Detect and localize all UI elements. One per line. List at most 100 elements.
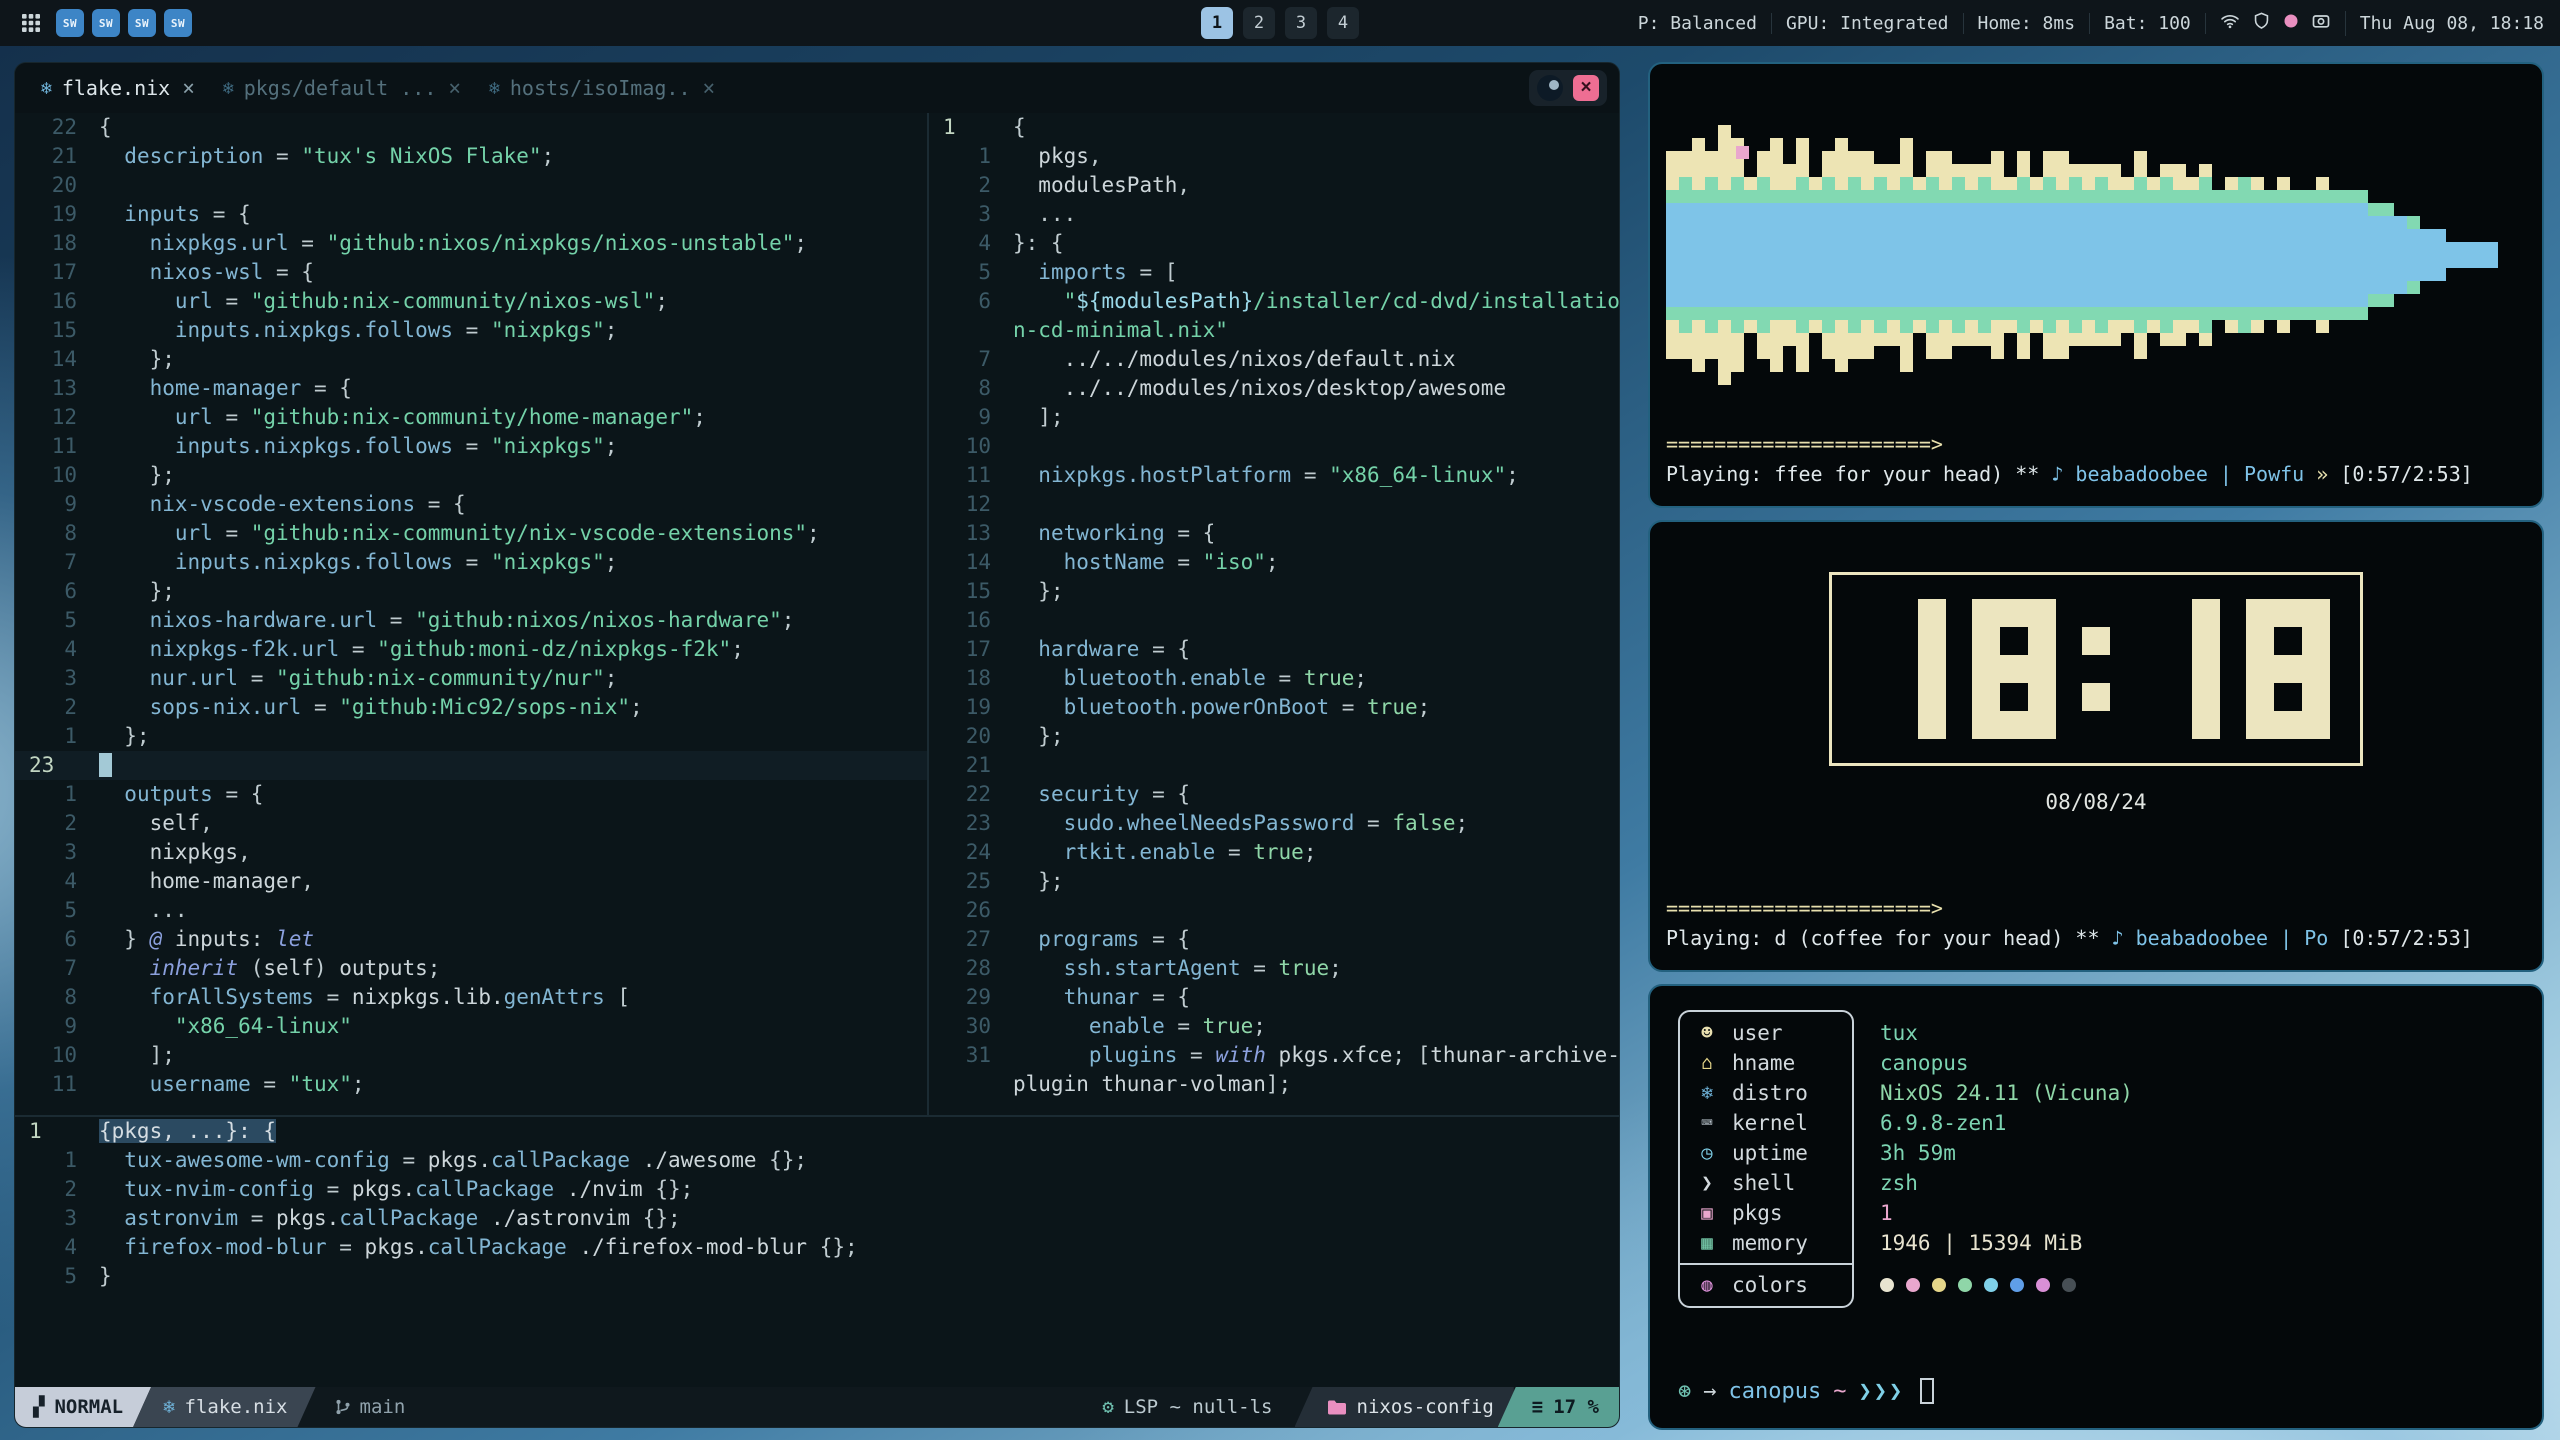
code-line[interactable]: 14 }; — [15, 345, 927, 374]
code-line[interactable]: 1 tux-awesome-wm-config = pkgs.callPacka… — [15, 1146, 1619, 1175]
code-line[interactable]: 9 nix-vscode-extensions = { — [15, 490, 927, 519]
screenshot-icon[interactable] — [2311, 11, 2331, 36]
code-line[interactable]: 22{ — [15, 113, 927, 142]
code-line[interactable]: 2 modulesPath, — [929, 171, 1619, 200]
code-line[interactable]: 10 }; — [15, 461, 927, 490]
code-line[interactable]: 5 imports = [ — [929, 258, 1619, 287]
code-line[interactable]: 13 networking = { — [929, 519, 1619, 548]
tray-app-icon[interactable]: SW — [164, 9, 192, 37]
code-line[interactable]: 2 tux-nvim-config = pkgs.callPackage ./n… — [15, 1175, 1619, 1204]
code-line[interactable]: 11 inputs.nixpkgs.follows = "nixpkgs"; — [15, 432, 927, 461]
code-line[interactable]: 21 — [929, 751, 1619, 780]
tray-app-icon[interactable]: SW — [56, 9, 84, 37]
code-line[interactable]: 7 ../../modules/nixos/default.nix — [929, 345, 1619, 374]
code-line[interactable]: 23 sudo.wheelNeedsPassword = false; — [929, 809, 1619, 838]
app-launcher-icon[interactable] — [16, 8, 46, 38]
code-line[interactable]: n-cd-minimal.nix" — [929, 316, 1619, 345]
code-line[interactable]: 5 ... — [15, 896, 927, 925]
pane-pkgs[interactable]: 1{pkgs, ...}: {1 tux-awesome-wm-config =… — [15, 1117, 1619, 1387]
code-line[interactable]: 7 inputs.nixpkgs.follows = "nixpkgs"; — [15, 548, 927, 577]
code-line[interactable]: 11 nixpkgs.hostPlatform = "x86_64-linux"… — [929, 461, 1619, 490]
code-line[interactable]: 19 bluetooth.powerOnBoot = true; — [929, 693, 1619, 722]
code-line[interactable]: 4 nixpkgs-f2k.url = "github:moni-dz/nixp… — [15, 635, 927, 664]
code-line[interactable]: 20 }; — [929, 722, 1619, 751]
tab-hosts-isoImag-[interactable]: ❄hosts/isoImag..× — [475, 63, 729, 113]
code-line[interactable]: 2 sops-nix.url = "github:Mic92/sops-nix"… — [15, 693, 927, 722]
tray-app-icon[interactable]: SW — [92, 9, 120, 37]
code-line[interactable]: 1{ — [929, 113, 1619, 142]
code-line[interactable]: 20 — [15, 171, 927, 200]
code-line[interactable]: 25 }; — [929, 867, 1619, 896]
code-line[interactable]: 27 programs = { — [929, 925, 1619, 954]
code-line[interactable]: plugin thunar-volman]; — [929, 1070, 1619, 1099]
code-line[interactable]: 15 inputs.nixpkgs.follows = "nixpkgs"; — [15, 316, 927, 345]
terminal-prompt-line[interactable]: ⊛ → canopus ~ ❯❯❯ — [1678, 1378, 2514, 1404]
code-line[interactable]: 24 rtkit.enable = true; — [929, 838, 1619, 867]
code-line[interactable]: 3 ... — [929, 200, 1619, 229]
code-line[interactable]: 3 nixpkgs, — [15, 838, 927, 867]
code-line[interactable]: 8 forAllSystems = nixpkgs.lib.genAttrs [ — [15, 983, 927, 1012]
workspace-1[interactable]: 1 — [1201, 7, 1233, 39]
code-line[interactable]: 1 }; — [15, 722, 927, 751]
code-line[interactable]: 10 — [929, 432, 1619, 461]
code-line[interactable]: 13 home-manager = { — [15, 374, 927, 403]
tray-app-icon[interactable]: SW — [128, 9, 156, 37]
code-text: plugins = with pkgs.xfce; [thunar-archiv… — [1013, 1041, 1619, 1070]
code-line[interactable]: 6 } @ inputs: let — [15, 925, 927, 954]
code-line[interactable]: 3 astronvim = pkgs.callPackage ./astronv… — [15, 1204, 1619, 1233]
code-line[interactable]: 8 ../../modules/nixos/desktop/awesome — [929, 374, 1619, 403]
code-line[interactable]: 18 nixpkgs.url = "github:nixos/nixpkgs/n… — [15, 229, 927, 258]
code-line[interactable]: 10 ]; — [15, 1041, 927, 1070]
code-line[interactable]: 6 "${modulesPath}/installer/cd-dvd/insta… — [929, 287, 1619, 316]
code-line[interactable]: 2 self, — [15, 809, 927, 838]
code-line[interactable]: 9 "x86_64-linux" — [15, 1012, 927, 1041]
workspace-3[interactable]: 3 — [1285, 7, 1317, 39]
window-close-button[interactable]: × — [1573, 75, 1599, 101]
code-line[interactable]: 22 security = { — [929, 780, 1619, 809]
code-line[interactable]: 16 url = "github:nix-community/nixos-wsl… — [15, 287, 927, 316]
code-line[interactable]: 17 hardware = { — [929, 635, 1619, 664]
code-line[interactable]: 18 bluetooth.enable = true; — [929, 664, 1619, 693]
code-line[interactable]: 9 ]; — [929, 403, 1619, 432]
code-line[interactable]: 19 inputs = { — [15, 200, 927, 229]
workspace-4[interactable]: 4 — [1327, 7, 1359, 39]
tab-flake-nix[interactable]: ❄flake.nix× — [27, 63, 209, 113]
code-line[interactable]: 15 }; — [929, 577, 1619, 606]
code-line[interactable]: 8 url = "github:nix-community/nix-vscode… — [15, 519, 927, 548]
code-line[interactable]: 16 — [929, 606, 1619, 635]
shield-icon[interactable] — [2252, 11, 2271, 35]
code-line[interactable]: 1{pkgs, ...}: { — [15, 1117, 1619, 1146]
code-line[interactable]: 23 — [15, 751, 927, 780]
code-line[interactable]: 17 nixos-wsl = { — [15, 258, 927, 287]
code-line[interactable]: 3 nur.url = "github:nix-community/nur"; — [15, 664, 927, 693]
tab-close-icon[interactable]: × — [448, 76, 461, 100]
code-line[interactable]: 14 hostName = "iso"; — [929, 548, 1619, 577]
code-line[interactable]: 11 username = "tux"; — [15, 1070, 927, 1099]
code-line[interactable]: 7 inherit (self) outputs; — [15, 954, 927, 983]
code-line[interactable]: 4 firefox-mod-blur = pkgs.callPackage ./… — [15, 1233, 1619, 1262]
tab-close-icon[interactable]: × — [703, 76, 716, 100]
theme-toggle-button[interactable] — [1537, 75, 1563, 101]
code-line[interactable]: 4 home-manager, — [15, 867, 927, 896]
tab-pkgs-default-[interactable]: ❄pkgs/default ...× — [209, 63, 475, 113]
wifi-icon[interactable] — [2220, 11, 2240, 36]
pane-flake[interactable]: 22{21 description = "tux's NixOS Flake";… — [15, 113, 927, 1115]
code-line[interactable]: 1 outputs = { — [15, 780, 927, 809]
code-line[interactable]: 29 thunar = { — [929, 983, 1619, 1012]
code-line[interactable]: 5} — [15, 1262, 1619, 1291]
recording-dot-icon[interactable] — [2283, 13, 2299, 34]
code-line[interactable]: 12 — [929, 490, 1619, 519]
workspace-2[interactable]: 2 — [1243, 7, 1275, 39]
code-line[interactable]: 26 — [929, 896, 1619, 925]
code-line[interactable]: 31 plugins = with pkgs.xfce; [thunar-arc… — [929, 1041, 1619, 1070]
code-line[interactable]: 28 ssh.startAgent = true; — [929, 954, 1619, 983]
code-line[interactable]: 21 description = "tux's NixOS Flake"; — [15, 142, 927, 171]
code-line[interactable]: 4}: { — [929, 229, 1619, 258]
code-line[interactable]: 6 }; — [15, 577, 927, 606]
code-line[interactable]: 5 nixos-hardware.url = "github:nixos/nix… — [15, 606, 927, 635]
code-line[interactable]: 12 url = "github:nix-community/home-mana… — [15, 403, 927, 432]
code-line[interactable]: 1 pkgs, — [929, 142, 1619, 171]
pane-iso[interactable]: 1{1 pkgs,2 modulesPath,3 ...4}: {5 impor… — [929, 113, 1619, 1115]
tab-close-icon[interactable]: × — [182, 76, 195, 100]
code-line[interactable]: 30 enable = true; — [929, 1012, 1619, 1041]
